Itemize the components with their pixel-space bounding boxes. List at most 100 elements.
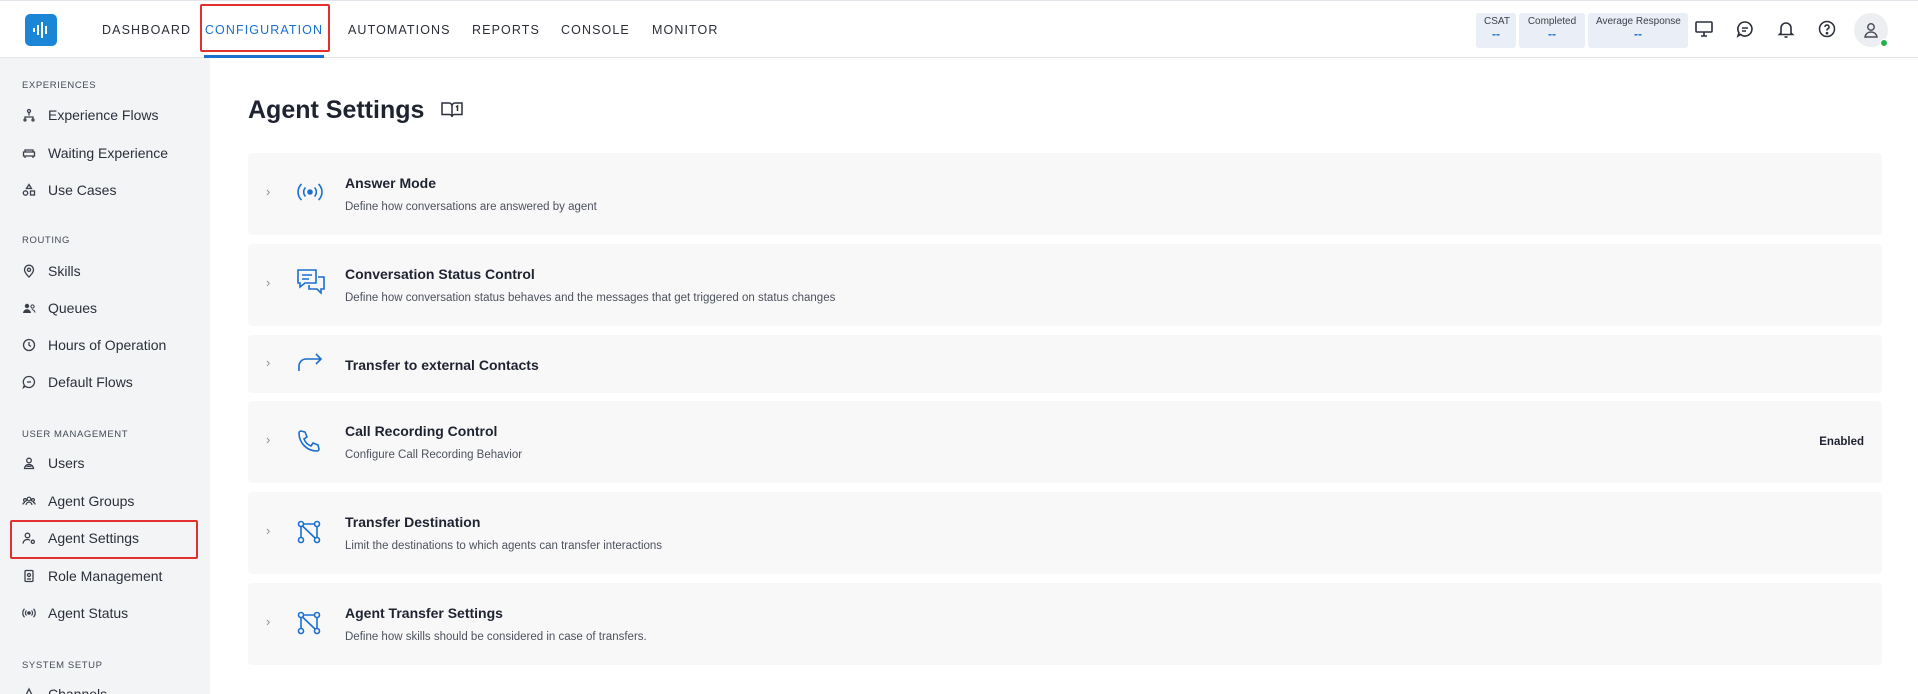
pin-icon [23, 264, 35, 278]
nav-dashboard[interactable]: DASHBOARD [102, 1, 191, 58]
group-icon [22, 496, 36, 506]
phone-icon [296, 428, 322, 459]
broadcast-icon [22, 608, 36, 618]
sidebar-item-channels[interactable]: Channels [22, 682, 107, 694]
nav-reports[interactable]: REPORTS [472, 1, 540, 58]
settings-card-answer-mode[interactable]: › Answer Mode Define how conversations a… [248, 153, 1882, 235]
settings-card-transfer-destination[interactable]: › Transfer Destination Limit the destina… [248, 492, 1882, 574]
sidebar-item-experience-flows[interactable]: Experience Flows [22, 103, 159, 127]
metric-completed[interactable]: Completed -- [1519, 13, 1585, 48]
sidebar-item-label: Experience Flows [48, 107, 159, 123]
sidebar-item-label: Queues [48, 300, 98, 316]
card-title: Conversation Status Control [345, 266, 535, 282]
main-content: Agent Settings › Answer Mode Define how … [210, 58, 1918, 694]
sidebar-item-use-cases[interactable]: Use Cases [22, 178, 116, 202]
chevron-right-icon: › [266, 432, 271, 447]
badge-icon [24, 569, 34, 583]
sidebar-item-agent-groups[interactable]: Agent Groups [22, 489, 134, 513]
sidebar-section-system-setup: SYSTEM SETUP [22, 660, 103, 671]
metric-value: -- [1492, 27, 1500, 41]
sidebar-item-label: Users [48, 455, 85, 471]
chevron-right-icon: › [266, 614, 271, 629]
transfer-nodes-icon [296, 519, 322, 550]
sidebar-item-label: Default Flows [48, 374, 133, 390]
chat-bubbles-icon [296, 268, 326, 301]
settings-card-agent-transfer-settings[interactable]: › Agent Transfer Settings Define how ski… [248, 583, 1882, 665]
nav-monitor[interactable]: MONITOR [652, 1, 719, 58]
metric-label: CSAT [1484, 16, 1510, 27]
sidebar-item-label: Agent Status [48, 605, 129, 621]
sidebar-item-role-management[interactable]: Role Management [22, 564, 162, 588]
metric-label: Average Response [1596, 16, 1681, 27]
users-icon [23, 457, 35, 470]
card-description: Define how skills should be considered i… [345, 631, 647, 643]
sidebar-item-label: Waiting Experience [48, 145, 169, 161]
metric-average-response[interactable]: Average Response -- [1588, 13, 1688, 48]
chevron-right-icon: › [266, 184, 271, 199]
sidebar-item-agent-status[interactable]: Agent Status [22, 601, 128, 625]
sidebar-section-user-management: USER MANAGEMENT [22, 429, 129, 440]
metric-value: -- [1634, 27, 1642, 41]
card-description: Limit the destinations to which agents c… [345, 540, 663, 552]
bell-icon[interactable] [1774, 17, 1798, 41]
monitor-icon[interactable] [1692, 17, 1716, 41]
chevron-right-icon: › [266, 275, 271, 290]
card-description: Define how conversations are answered by… [345, 201, 597, 213]
online-status-dot [1880, 39, 1888, 47]
sidebar: EXPERIENCES Experience Flows Waiting Exp… [0, 58, 210, 694]
flow-icon [23, 108, 35, 122]
user-avatar-icon[interactable] [1854, 13, 1888, 47]
sidebar-item-label: Agent Groups [48, 493, 135, 509]
sidebar-item-agent-settings[interactable]: Agent Settings [22, 526, 139, 550]
card-title: Call Recording Control [345, 423, 498, 439]
broadcast-icon [296, 180, 324, 209]
nav-configuration-label: CONFIGURATION [204, 22, 324, 37]
metric-csat[interactable]: CSAT -- [1476, 13, 1516, 48]
sidebar-section-experiences: EXPERIENCES [22, 80, 97, 91]
sidebar-item-label: Role Management [48, 568, 163, 584]
chat-flow-icon [22, 375, 36, 389]
user-gear-icon [22, 532, 36, 545]
status-label: Enabled [1819, 436, 1864, 448]
sidebar-item-queues[interactable]: Queues [22, 296, 97, 320]
settings-card-conversation-status-control[interactable]: › Conversation Status Control Define how… [248, 244, 1882, 326]
documentation-book-icon[interactable] [440, 100, 464, 125]
sidebar-item-default-flows[interactable]: Default Flows [22, 370, 133, 394]
sidebar-item-label: Hours of Operation [48, 337, 167, 353]
clock-icon [22, 338, 36, 352]
card-title: Agent Transfer Settings [345, 605, 503, 621]
transfer-nodes-icon [296, 610, 322, 641]
metric-label: Completed [1527, 16, 1577, 27]
chat-icon[interactable] [1733, 17, 1757, 41]
sidebar-item-label: Agent Settings [48, 530, 140, 546]
channels-icon [25, 687, 33, 694]
chevron-right-icon: › [266, 523, 271, 538]
card-title: Answer Mode [345, 175, 437, 191]
shapes-icon [22, 183, 36, 196]
sidebar-item-waiting-experience[interactable]: Waiting Experience [22, 141, 168, 165]
settings-card-call-recording-control[interactable]: › Call Recording Control Configure Call … [248, 401, 1882, 483]
sidebar-item-label: Channels [48, 686, 108, 694]
help-icon[interactable] [1815, 17, 1839, 41]
nav-console[interactable]: CONSOLE [561, 1, 630, 58]
settings-card-transfer-external-contacts[interactable]: › Transfer to external Contacts [248, 335, 1882, 393]
sidebar-item-label: Skills [48, 263, 81, 279]
app-logo-icon[interactable] [25, 14, 57, 46]
card-title: Transfer Destination [345, 514, 481, 530]
card-title: Transfer to external Contacts [345, 357, 539, 373]
sidebar-item-skills[interactable]: Skills [22, 259, 81, 283]
forward-arrow-icon [296, 351, 324, 380]
chevron-right-icon: › [266, 355, 271, 370]
sidebar-item-label: Use Cases [48, 182, 117, 198]
people-icon [23, 303, 36, 313]
metric-value: -- [1548, 27, 1556, 41]
card-description: Configure Call Recording Behavior [345, 449, 523, 461]
metrics-bar: CSAT -- Completed -- Average Response -- [1476, 13, 1688, 48]
sidebar-item-users[interactable]: Users [22, 451, 85, 475]
card-description: Define how conversation status behaves a… [345, 292, 836, 304]
top-bar: DASHBOARD CONFIGURATION AUTOMATIONS REPO… [0, 0, 1918, 58]
nav-automations[interactable]: AUTOMATIONS [348, 1, 451, 58]
sidebar-section-routing: ROUTING [22, 235, 71, 246]
sidebar-item-hours-of-operation[interactable]: Hours of Operation [22, 333, 166, 357]
nav-configuration[interactable]: CONFIGURATION [204, 1, 324, 58]
